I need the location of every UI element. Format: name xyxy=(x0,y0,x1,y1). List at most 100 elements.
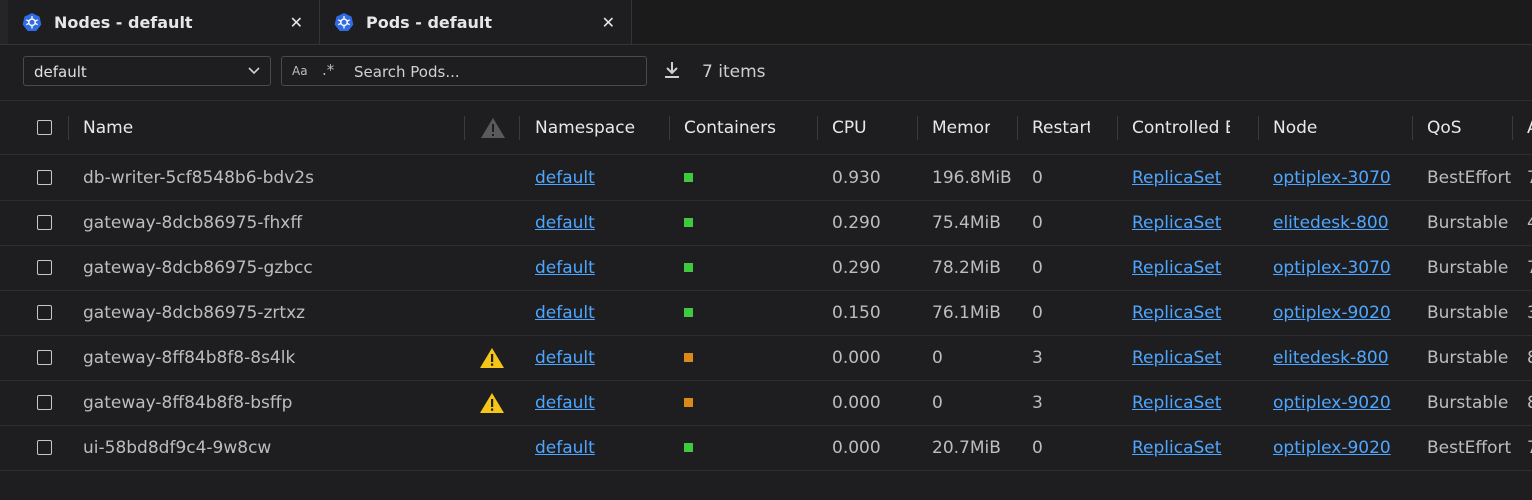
restarts-value: 0 xyxy=(1032,257,1043,278)
column-header-cpu[interactable]: CPU xyxy=(832,101,912,154)
column-header-namespace[interactable]: Namespace xyxy=(535,101,665,154)
pod-name: gateway-8ff84b8f8-8s4lk xyxy=(83,347,296,368)
namespace-link[interactable]: default xyxy=(535,168,595,188)
warning-icon[interactable] xyxy=(479,391,505,415)
column-header-qos[interactable]: QoS xyxy=(1427,101,1507,154)
column-header-name[interactable]: Name xyxy=(83,101,463,154)
row-checkbox[interactable] xyxy=(37,215,52,230)
column-header-containers[interactable]: Containers xyxy=(684,101,814,154)
match-case-toggle[interactable]: Aa xyxy=(292,64,308,78)
container-status-running-indicator[interactable] xyxy=(684,218,693,227)
memory-value: 78.2MiB xyxy=(932,257,1001,278)
tab-nodes[interactable]: Nodes - default ✕ xyxy=(8,0,320,44)
close-icon[interactable]: ✕ xyxy=(602,13,615,32)
search-input[interactable]: Search Pods... xyxy=(354,63,460,81)
pod-name-cell: gateway-8dcb86975-gzbcc xyxy=(83,245,463,290)
namespace-link[interactable]: default xyxy=(535,393,595,413)
container-status-running-indicator[interactable] xyxy=(684,173,693,182)
container-status-waiting-indicator[interactable] xyxy=(684,353,693,362)
cpu-value-cell: 0.000 xyxy=(832,425,912,470)
node-link[interactable]: optiplex-3070 xyxy=(1273,168,1391,188)
row-checkbox[interactable] xyxy=(37,305,52,320)
restarts-value-cell: 0 xyxy=(1032,200,1112,245)
node-link[interactable]: elitedesk-800 xyxy=(1273,213,1389,233)
tab-label: Nodes - default xyxy=(54,12,193,32)
pod-name-cell: db-writer-5cf8548b6-bdv2s xyxy=(83,155,463,200)
namespace-link-cell: default xyxy=(535,200,665,245)
warning-icon[interactable] xyxy=(479,346,505,370)
row-checkbox[interactable] xyxy=(37,170,52,185)
pod-name: ui-58bd8df9c4-9w8cw xyxy=(83,437,272,458)
controlled-by-link[interactable]: ReplicaSet xyxy=(1132,303,1221,323)
age-value-cell: 8 xyxy=(1527,380,1532,425)
warning-cell xyxy=(479,335,505,380)
column-header-memory[interactable]: Memory xyxy=(932,101,990,154)
download-icon[interactable] xyxy=(662,60,682,80)
controlled-by-link[interactable]: ReplicaSet xyxy=(1132,438,1221,458)
column-header-restarts[interactable]: Restarts xyxy=(1032,101,1090,154)
table-row[interactable]: ui-58bd8df9c4-9w8cw default 0.000 20.7MiB 0 R… xyxy=(0,425,1532,471)
memory-value-cell: 76.1MiB xyxy=(932,290,1014,335)
cpu-value: 0.000 xyxy=(832,437,881,458)
restarts-value-cell: 0 xyxy=(1032,155,1112,200)
controlled-by-link[interactable]: ReplicaSet xyxy=(1132,168,1221,188)
table-row[interactable]: db-writer-5cf8548b6-bdv2s default 0.930 196… xyxy=(0,155,1532,201)
table-row[interactable]: gateway-8dcb86975-gzbcc default 0.290 78.2M… xyxy=(0,245,1532,291)
column-header-node[interactable]: Node xyxy=(1273,101,1393,154)
pod-name-cell: gateway-8dcb86975-fhxff xyxy=(83,200,463,245)
cpu-value-cell: 0.290 xyxy=(832,200,912,245)
namespace-link[interactable]: default xyxy=(535,438,595,458)
row-checkbox[interactable] xyxy=(37,440,52,455)
namespace-link[interactable]: default xyxy=(535,258,595,278)
column-divider xyxy=(817,116,818,140)
row-checkbox[interactable] xyxy=(37,395,52,410)
select-all-checkbox[interactable] xyxy=(37,120,52,135)
qos-value: Burstable xyxy=(1427,257,1509,278)
column-header-warnings[interactable] xyxy=(480,101,506,154)
container-status-running-indicator[interactable] xyxy=(684,443,693,452)
pod-name: gateway-8dcb86975-fhxff xyxy=(83,212,303,233)
close-icon[interactable]: ✕ xyxy=(290,13,303,32)
table-row[interactable]: gateway-8dcb86975-fhxff default 0.290 75.4M… xyxy=(0,200,1532,246)
cpu-value-cell: 0.930 xyxy=(832,155,912,200)
controlled-by-link[interactable]: ReplicaSet xyxy=(1132,393,1221,413)
cpu-value: 0.000 xyxy=(832,347,881,368)
pod-name: gateway-8dcb86975-gzbcc xyxy=(83,257,313,278)
container-status-running-indicator[interactable] xyxy=(684,263,693,272)
container-status-waiting-indicator[interactable] xyxy=(684,398,693,407)
search-pods-field[interactable]: Aa .* Search Pods... xyxy=(281,56,647,86)
column-divider xyxy=(464,116,465,140)
pod-name-cell: gateway-8dcb86975-zrtxz xyxy=(83,290,463,335)
node-link[interactable]: optiplex-9020 xyxy=(1273,303,1391,323)
column-header-controlled-by[interactable]: Controlled By xyxy=(1132,101,1230,154)
namespace-link-cell: default xyxy=(535,335,665,380)
cpu-value: 0.290 xyxy=(832,257,881,278)
container-status-running-indicator[interactable] xyxy=(684,308,693,317)
row-checkbox[interactable] xyxy=(37,260,52,275)
controlled-by-link[interactable]: ReplicaSet xyxy=(1132,258,1221,278)
restarts-value: 0 xyxy=(1032,167,1043,188)
table-row[interactable]: gateway-8ff84b8f8-bsffp default 0.000 0 3 Rep… xyxy=(0,380,1532,426)
controlled-by-link[interactable]: ReplicaSet xyxy=(1132,213,1221,233)
namespace-select[interactable]: default xyxy=(23,56,271,86)
node-link[interactable]: optiplex-9020 xyxy=(1273,438,1391,458)
node-link-cell: elitedesk-800 xyxy=(1273,335,1408,380)
memory-value-cell: 20.7MiB xyxy=(932,425,1014,470)
age-value-cell: 3 xyxy=(1527,290,1532,335)
qos-value-cell: BestEffort xyxy=(1427,155,1517,200)
table-row[interactable]: gateway-8ff84b8f8-8s4lk default 0.000 0 3 Rep… xyxy=(0,335,1532,381)
table-row[interactable]: gateway-8dcb86975-zrtxz default 0.150 76.1M… xyxy=(0,290,1532,336)
tab-label: Pods - default xyxy=(366,12,493,32)
namespace-link[interactable]: default xyxy=(535,213,595,233)
regex-toggle[interactable]: .* xyxy=(322,61,334,79)
column-header-age[interactable]: Age xyxy=(1527,101,1532,154)
tab-pods[interactable]: Pods - default ✕ xyxy=(320,0,632,44)
containers-cell xyxy=(684,200,693,245)
row-checkbox[interactable] xyxy=(37,350,52,365)
node-link[interactable]: optiplex-9020 xyxy=(1273,393,1391,413)
namespace-link[interactable]: default xyxy=(535,348,595,368)
controlled-by-link[interactable]: ReplicaSet xyxy=(1132,348,1221,368)
namespace-link[interactable]: default xyxy=(535,303,595,323)
node-link[interactable]: elitedesk-800 xyxy=(1273,348,1389,368)
node-link[interactable]: optiplex-3070 xyxy=(1273,258,1391,278)
